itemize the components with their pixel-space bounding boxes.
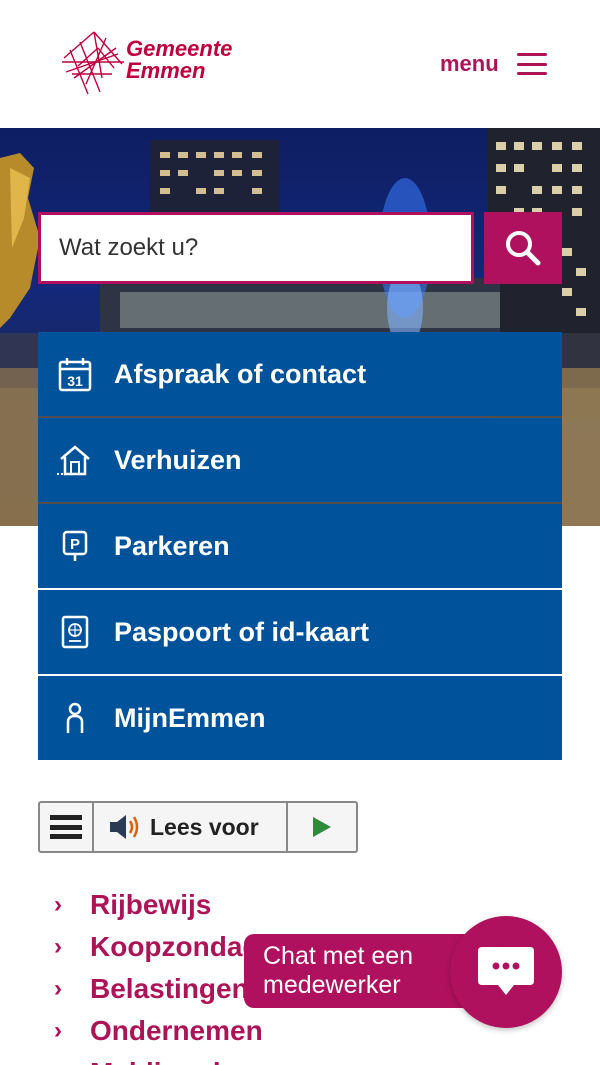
readspeaker-menu-button[interactable] <box>40 803 94 851</box>
calendar-day: 31 <box>67 373 83 389</box>
chat-icon <box>478 947 534 995</box>
chat-line-2: medewerker <box>263 971 401 999</box>
chevron-right-icon: › <box>54 1017 62 1044</box>
logo-line-2: Emmen <box>126 58 206 83</box>
menu-label: menu <box>440 51 499 76</box>
quick-nav-afspraak[interactable]: 31 Afspraak of contact <box>38 332 562 416</box>
logo-text: Gemeente Emmen <box>126 38 232 82</box>
person-icon <box>56 699 94 737</box>
chevron-right-icon: › <box>54 1059 76 1065</box>
parking-letter: P <box>70 536 80 553</box>
house-icon <box>56 441 94 479</box>
link-melding[interactable]: › Melding doen <box>54 1052 594 1065</box>
quick-nav-paspoort[interactable]: Paspoort of id-kaart <box>38 590 562 674</box>
hamburger-icon <box>516 53 547 75</box>
logo-line-1: Gemeente <box>126 36 233 61</box>
quick-nav-mijnemmen[interactable]: MijnEmmen <box>38 676 562 760</box>
chat-line-1: Chat met een <box>263 942 414 970</box>
chevron-right-icon: › <box>54 975 62 1002</box>
readspeaker-play-button[interactable] <box>288 803 356 851</box>
readspeaker-bar: Lees voor <box>38 801 358 853</box>
chevron-right-icon: › <box>54 891 62 918</box>
chevron-right-icon: › <box>54 933 62 960</box>
search-button[interactable] <box>484 212 562 284</box>
chat-prompt-bubble[interactable]: Chat met een medewerker <box>244 934 480 1008</box>
link-label: Ondernemen <box>90 1015 263 1046</box>
quick-nav: 31 Afspraak of contact Verhuizen P Parke… <box>38 332 562 762</box>
link-label: Rijbewijs <box>90 889 212 920</box>
readspeaker-label: Lees voor <box>150 813 259 840</box>
quick-nav-parkeren[interactable]: P Parkeren <box>38 504 562 588</box>
quick-nav-label: Parkeren <box>114 530 230 561</box>
play-icon <box>313 817 331 837</box>
quick-nav-verhuizen[interactable]: Verhuizen <box>38 418 562 502</box>
quick-nav-label: Afspraak of contact <box>114 358 367 389</box>
link-label: Melding doen <box>90 1057 270 1065</box>
site-header: Gemeente Emmen menu <box>0 0 600 128</box>
search-input[interactable] <box>38 212 474 284</box>
readspeaker-listen-button[interactable]: Lees voor <box>94 803 288 851</box>
parking-icon: P <box>56 527 94 565</box>
quick-nav-label: MijnEmmen <box>114 702 266 733</box>
menu-lines-icon <box>50 815 82 839</box>
calendar-icon: 31 <box>56 355 94 393</box>
link-label: Belastingen <box>90 973 249 1004</box>
quick-nav-label: Verhuizen <box>114 444 242 475</box>
speaker-icon <box>110 815 139 839</box>
quick-nav-label: Paspoort of id-kaart <box>114 616 370 647</box>
chat-launcher-button[interactable] <box>450 916 562 1028</box>
passport-icon <box>56 613 94 651</box>
menu-button[interactable]: menu <box>440 46 562 82</box>
search-icon <box>506 231 541 266</box>
